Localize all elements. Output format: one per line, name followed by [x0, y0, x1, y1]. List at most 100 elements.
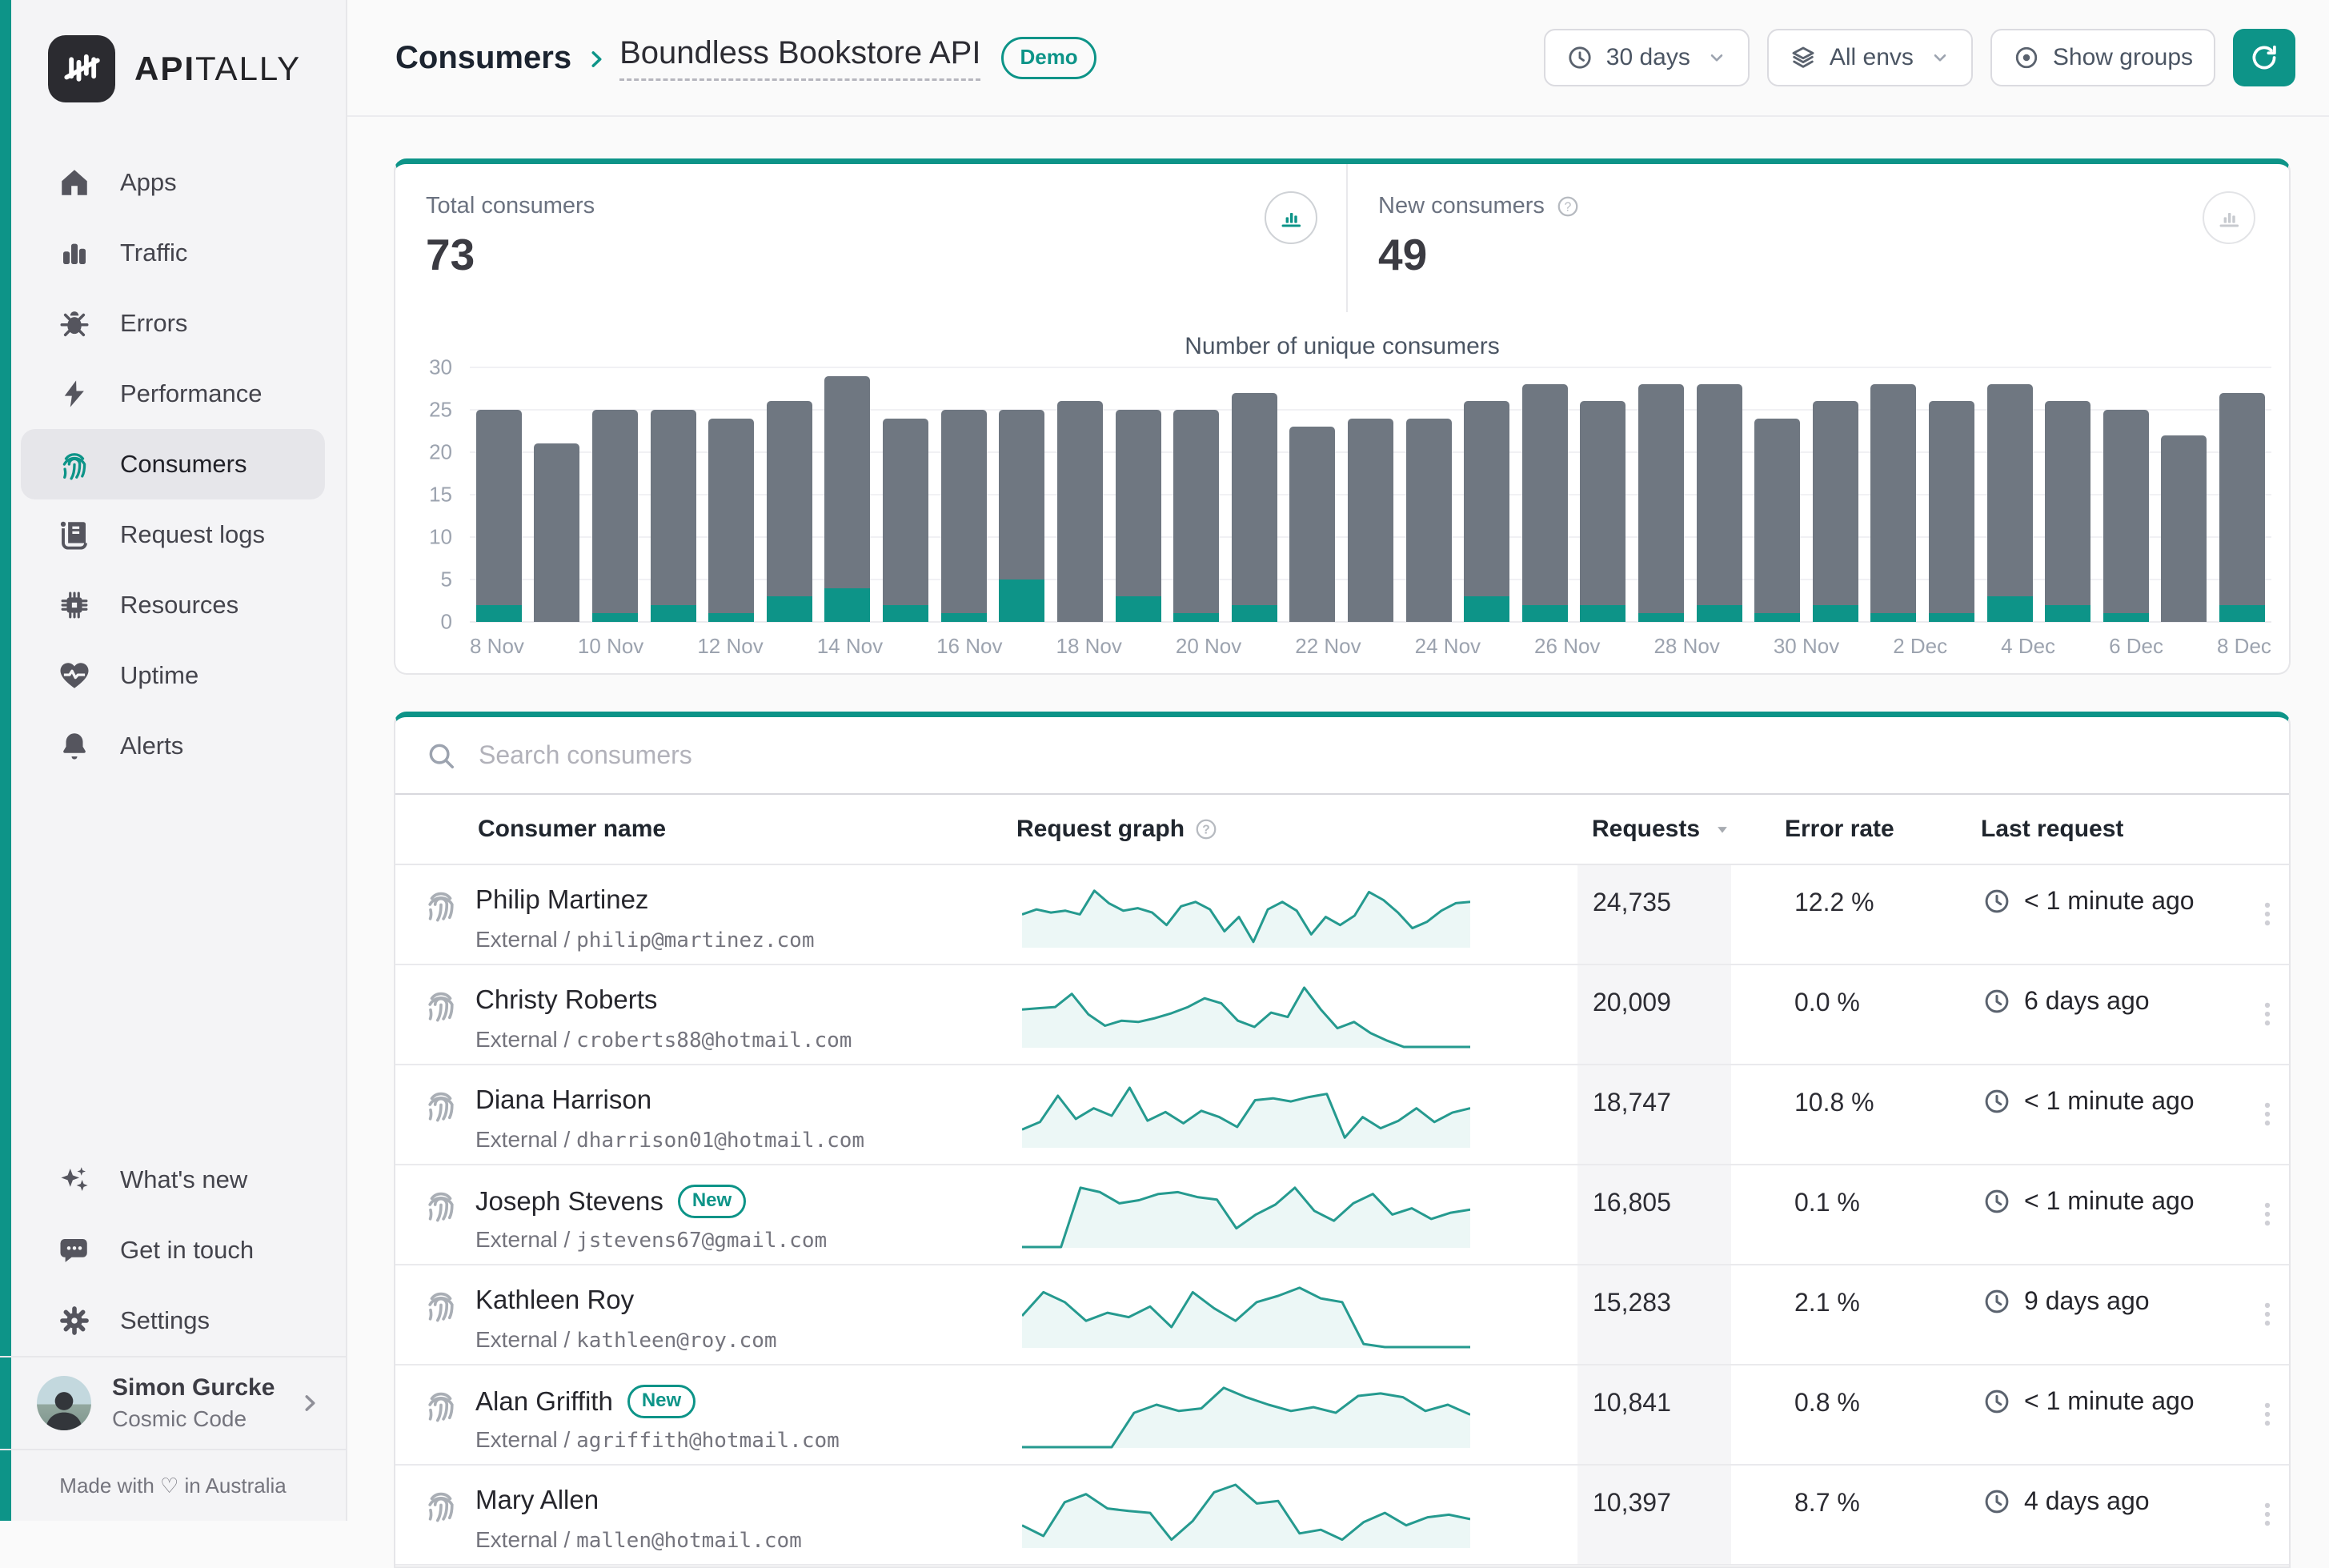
search-input[interactable] — [477, 740, 2289, 771]
sidebar-item-performance[interactable]: Performance — [21, 359, 325, 429]
refresh-button[interactable] — [2233, 29, 2295, 86]
chart-x-tick: 2 Dec — [1893, 634, 1947, 659]
consumer-identity: External / dharrison01@hotmail.com — [475, 1127, 864, 1153]
chart-x-tick: 8 Dec — [2217, 634, 2271, 659]
chart-bar[interactable] — [1516, 367, 1574, 622]
chart-bar[interactable] — [1922, 367, 1981, 622]
breadcrumb-app-selector[interactable]: Boundless Bookstore API — [619, 35, 980, 81]
sidebar-item-what-s-new[interactable]: What's new — [21, 1145, 325, 1215]
chart-bar[interactable] — [1632, 367, 1690, 622]
chart-x-tick: 30 Nov — [1774, 634, 1839, 659]
chart-bar[interactable] — [470, 367, 528, 622]
column-last-request[interactable]: Last request — [1981, 795, 2123, 864]
sidebar-item-settings[interactable]: Settings — [21, 1285, 325, 1356]
column-consumer-name[interactable]: Consumer name — [478, 795, 666, 864]
env-value: All envs — [1830, 44, 1914, 71]
bell-icon — [58, 729, 91, 763]
consumer-identity: External / agriffith@hotmail.com — [475, 1427, 840, 1453]
error-rate-value: 0.1 % — [1794, 1188, 1860, 1217]
chart-bar[interactable] — [935, 367, 993, 622]
sidebar-item-get-in-touch[interactable]: Get in touch — [21, 1215, 325, 1285]
chart-bar[interactable] — [528, 367, 587, 622]
consumer-name[interactable]: Diana Harrison — [475, 1085, 651, 1115]
sidebar-item-traffic[interactable]: Traffic — [21, 218, 325, 288]
chart-bar[interactable] — [702, 367, 760, 622]
sidebar-item-uptime[interactable]: Uptime — [21, 640, 325, 711]
chart-title: Number of unique consumers — [395, 333, 2289, 360]
chart-bar[interactable] — [876, 367, 935, 622]
chart-bar[interactable] — [2213, 367, 2271, 622]
chart-bar[interactable] — [819, 367, 877, 622]
new-consumers-label: New consumers — [1378, 193, 1545, 219]
sort-desc-icon — [1711, 818, 1734, 840]
consumer-name[interactable]: Philip Martinez — [475, 884, 648, 915]
show-groups-button[interactable]: Show groups — [1990, 29, 2215, 86]
consumer-name[interactable]: Joseph Stevens — [475, 1186, 663, 1217]
chip-icon — [58, 588, 91, 622]
column-error-rate[interactable]: Error rate — [1785, 795, 1894, 864]
chat-icon — [58, 1233, 91, 1267]
consumer-name[interactable]: Mary Allen — [475, 1485, 599, 1515]
env-dropdown[interactable]: All envs — [1767, 29, 1973, 86]
clock-icon — [1982, 1487, 2011, 1516]
row-menu-icon[interactable] — [2252, 1299, 2283, 1329]
fingerprint-icon — [423, 1386, 459, 1423]
chart-bar[interactable] — [1981, 367, 2039, 622]
app-logo[interactable]: APITALLY — [48, 35, 346, 102]
chart-bar[interactable] — [1748, 367, 1806, 622]
table-row: Alan Griffith New External / agriffith@h… — [395, 1365, 2289, 1466]
requests-value: 24,735 — [1593, 888, 1671, 917]
chart-bar[interactable] — [2097, 367, 2155, 622]
sidebar-item-apps[interactable]: Apps — [21, 147, 325, 218]
chart-bar[interactable] — [586, 367, 644, 622]
consumer-name[interactable]: Kathleen Roy — [475, 1285, 634, 1315]
chart-bar[interactable] — [1225, 367, 1284, 622]
chart-bar[interactable] — [1167, 367, 1225, 622]
chart-bar[interactable] — [1574, 367, 1633, 622]
chart-bar[interactable] — [644, 367, 703, 622]
column-requests-sort[interactable]: Requests — [1592, 795, 1734, 864]
total-consumers-chart-toggle[interactable] — [1265, 191, 1317, 244]
unique-consumers-chart: Number of unique consumers 051015202530 … — [395, 312, 2289, 673]
time-range-value: 30 days — [1606, 44, 1690, 71]
clock-icon — [1982, 1287, 2011, 1316]
chart-bar[interactable] — [992, 367, 1051, 622]
row-menu-icon[interactable] — [2252, 1199, 2283, 1229]
sidebar-item-resources[interactable]: Resources — [21, 570, 325, 640]
chart-bar[interactable] — [1690, 367, 1749, 622]
user-menu[interactable]: Simon Gurcke Cosmic Code — [0, 1357, 346, 1449]
new-consumers-chart-toggle[interactable] — [2203, 191, 2255, 244]
sidebar: APITALLY Apps Traffic Errors Performance… — [0, 0, 347, 1521]
consumer-name[interactable]: Alan Griffith — [475, 1386, 613, 1417]
sidebar-item-alerts[interactable]: Alerts — [21, 711, 325, 781]
sidebar-item-consumers[interactable]: Consumers — [21, 429, 325, 499]
sidebar-item-errors[interactable]: Errors — [21, 288, 325, 359]
chart-bar[interactable] — [2155, 367, 2214, 622]
chart-bar[interactable] — [2038, 367, 2097, 622]
sidebar-item-request-logs[interactable]: Request logs — [21, 499, 325, 570]
time-range-dropdown[interactable]: 30 days — [1544, 29, 1750, 86]
consumer-name[interactable]: Christy Roberts — [475, 985, 657, 1015]
chart-bar[interactable] — [1806, 367, 1865, 622]
chart-bar[interactable] — [1051, 367, 1109, 622]
row-menu-icon[interactable] — [2252, 1399, 2283, 1430]
chart-bar[interactable] — [1284, 367, 1342, 622]
fingerprint-icon — [423, 1486, 459, 1523]
row-menu-icon[interactable] — [2252, 1099, 2283, 1129]
chart-bar[interactable] — [1109, 367, 1168, 622]
chart-x-tick — [883, 634, 936, 659]
requests-value: 10,397 — [1593, 1488, 1671, 1518]
chart-bar[interactable] — [1865, 367, 1923, 622]
requests-value: 16,805 — [1593, 1188, 1671, 1217]
help-icon[interactable] — [1194, 817, 1218, 841]
help-icon[interactable] — [1556, 194, 1580, 219]
chart-y-tick: 25 — [401, 398, 452, 423]
row-menu-icon[interactable] — [2252, 1499, 2283, 1530]
apitally-logo-icon — [48, 35, 115, 102]
row-menu-icon[interactable] — [2252, 999, 2283, 1029]
chart-bar[interactable] — [1457, 367, 1516, 622]
chart-bar[interactable] — [1400, 367, 1458, 622]
chart-bar[interactable] — [760, 367, 819, 622]
row-menu-icon[interactable] — [2252, 899, 2283, 929]
chart-bar[interactable] — [1341, 367, 1400, 622]
